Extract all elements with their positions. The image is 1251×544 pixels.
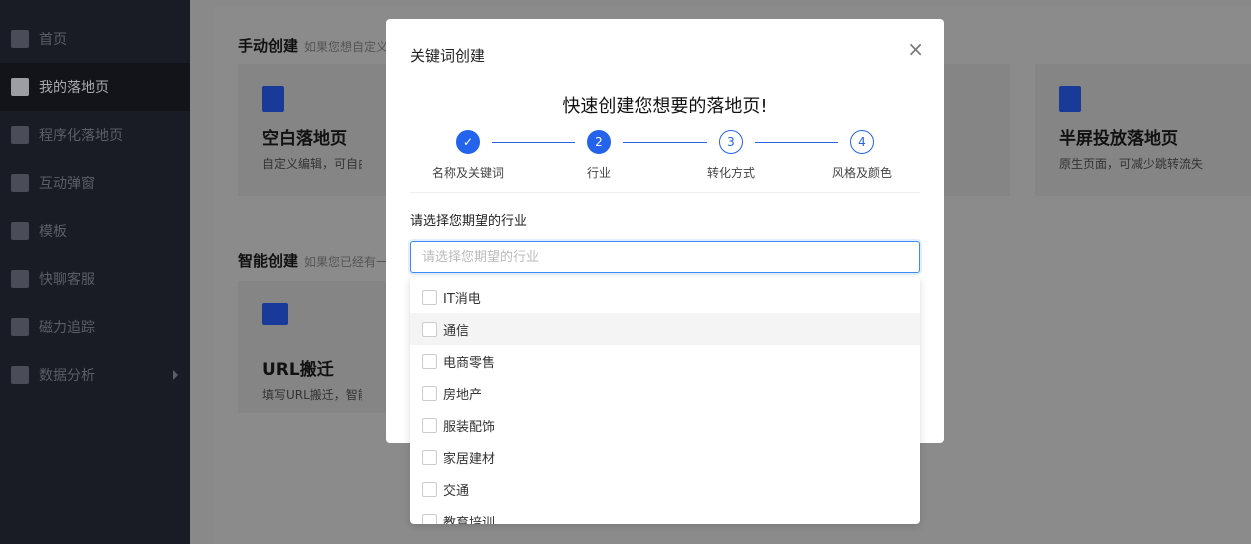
- option-label: 家居建材: [443, 451, 496, 467]
- section-hint: 如果您已经有一: [304, 255, 389, 269]
- card-hidden[interactable]: [944, 64, 1010, 196]
- option-ecommerce[interactable]: 电商零售: [410, 345, 920, 377]
- blank-page-icon: [262, 86, 284, 112]
- step-connector: [492, 142, 575, 143]
- card-url-migration[interactable]: URL搬迁填写URL搬迁，智能迁移: [238, 281, 386, 413]
- card-desc: 自定义编辑，可自由发挥: [262, 157, 362, 171]
- section-title: 手动创建: [238, 37, 299, 55]
- section-manual-title: 手动创建 如果您想自定义: [238, 35, 388, 56]
- checkbox[interactable]: [422, 481, 437, 497]
- sidebar: 首页 我的落地页 程序化落地页 互动弹窗 模板 快聊客服 磁力追踪 数据分析: [0, 0, 190, 544]
- sidebar-item-label: 数据分析: [39, 368, 95, 384]
- step-connector: [755, 142, 838, 143]
- checkbox[interactable]: [422, 289, 437, 305]
- bookmark-icon: [11, 318, 29, 336]
- home-icon: [11, 30, 29, 48]
- card-title: 半屏投放落地页: [1059, 129, 1178, 149]
- option-education[interactable]: 教育培训: [410, 505, 920, 524]
- option-label: 服装配饰: [443, 419, 496, 435]
- sidebar-item-label: 互动弹窗: [39, 176, 95, 192]
- card-title: URL搬迁: [262, 360, 334, 380]
- sidebar-item-label: 磁力追踪: [39, 320, 95, 336]
- close-icon[interactable]: ×: [907, 37, 924, 61]
- sidebar-item-label: 模板: [39, 224, 67, 240]
- sidebar-item-label: 程序化落地页: [39, 128, 123, 144]
- sidebar-item-popup[interactable]: 互动弹窗: [0, 159, 190, 207]
- checkbox[interactable]: [422, 417, 437, 433]
- sidebar-item-chat[interactable]: 快聊客服: [0, 255, 190, 303]
- option-label: 交通: [443, 483, 470, 499]
- option-label: 房地产: [443, 387, 483, 403]
- chat-icon: [11, 270, 29, 288]
- section-title: 智能创建: [238, 252, 299, 270]
- step-2-indicator: 2: [587, 130, 611, 154]
- step-label: 名称及关键词: [431, 166, 504, 180]
- card-desc: 原生页面，可减少跳转流失: [1059, 157, 1204, 171]
- checkbox[interactable]: [422, 449, 437, 465]
- sidebar-item-label: 首页: [39, 32, 67, 48]
- checkbox[interactable]: [422, 321, 437, 337]
- option-label: 教育培训: [443, 515, 496, 525]
- sidebar-item-analytics[interactable]: 数据分析: [0, 351, 190, 399]
- modal-title: 关键词创建: [410, 47, 486, 65]
- section-smart-title: 智能创建 如果您已经有一: [238, 250, 388, 271]
- step-label: 行业: [586, 166, 611, 180]
- option-label: 电商零售: [443, 355, 496, 371]
- option-telecom[interactable]: 通信: [410, 313, 920, 345]
- step-4-indicator: 4: [850, 130, 874, 154]
- link-monitor-icon: [262, 303, 288, 325]
- option-transport[interactable]: 交通: [410, 473, 920, 505]
- sidebar-item-templates[interactable]: 模板: [0, 207, 190, 255]
- industry-dropdown[interactable]: IT消电 通信 电商零售 房地产 服装配饰 家居建材 交通 教育培训: [410, 277, 920, 524]
- option-it[interactable]: IT消电: [410, 281, 920, 313]
- sidebar-item-home[interactable]: 首页: [0, 15, 190, 63]
- mobile-download-icon: [1059, 86, 1081, 112]
- sidebar-item-label: 我的落地页: [39, 80, 109, 96]
- step-label: 转化方式: [706, 166, 755, 180]
- bookmark-icon: [11, 174, 29, 192]
- sidebar-item-programmatic[interactable]: 程序化落地页: [0, 111, 190, 159]
- chevron-right-icon: [173, 370, 178, 380]
- industry-field-label: 请选择您期望的行业: [410, 214, 528, 229]
- modal-heading: 快速创建您想要的落地页!: [562, 96, 768, 117]
- sidebar-item-my-landing-pages[interactable]: 我的落地页: [0, 63, 190, 111]
- divider: [410, 192, 920, 193]
- step-label: 风格及颜色: [831, 166, 892, 180]
- option-home[interactable]: 家居建材: [410, 441, 920, 473]
- option-label: IT消电: [443, 291, 481, 307]
- option-apparel[interactable]: 服装配饰: [410, 409, 920, 441]
- card-blank-page[interactable]: 空白落地页自定义编辑，可自由发挥: [238, 64, 386, 196]
- sidebar-item-label: 快聊客服: [39, 272, 95, 288]
- step-3-indicator: 3: [719, 130, 743, 154]
- flow-icon: [11, 126, 29, 144]
- document-icon: [11, 78, 29, 96]
- industry-select-input[interactable]: [410, 241, 920, 273]
- option-real-estate[interactable]: 房地产: [410, 377, 920, 409]
- step-connector: [623, 142, 707, 143]
- checkbox[interactable]: [422, 513, 437, 524]
- checkbox[interactable]: [422, 353, 437, 369]
- card-half-screen[interactable]: 半屏投放落地页原生页面，可减少跳转流失: [1035, 64, 1251, 196]
- step-1-check-icon: ✓: [456, 130, 480, 154]
- card-title: 空白落地页: [262, 129, 347, 149]
- sidebar-item-tracking[interactable]: 磁力追踪: [0, 303, 190, 351]
- option-label: 通信: [443, 323, 470, 339]
- template-icon: [11, 222, 29, 240]
- section-hint: 如果您想自定义: [304, 40, 389, 54]
- card-desc: 填写URL搬迁，智能迁移: [262, 388, 362, 402]
- bar-chart-icon: [11, 366, 29, 384]
- checkbox[interactable]: [422, 385, 437, 401]
